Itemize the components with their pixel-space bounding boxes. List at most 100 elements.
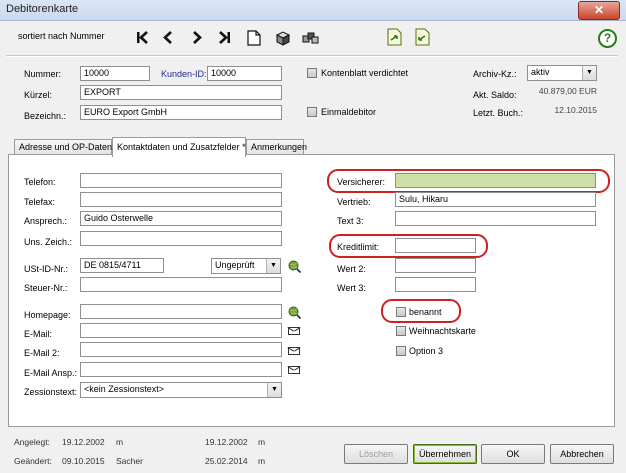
vertrieb-label: Vertrieb:: [337, 197, 371, 207]
wert2-field[interactable]: [395, 258, 476, 273]
einmaldebitor-checkbox[interactable]: [307, 107, 317, 117]
geaendert-user-2: m: [258, 456, 266, 466]
weihnachtskarte-checkbox[interactable]: [396, 326, 406, 336]
help-icon[interactable]: ?: [598, 29, 617, 48]
chevron-down-icon: ▼: [267, 383, 281, 397]
last-record-icon[interactable]: [216, 29, 233, 46]
homepage-field[interactable]: [80, 304, 282, 319]
import-icon[interactable]: [414, 28, 431, 45]
text3-field[interactable]: [395, 211, 596, 226]
globe-search-icon[interactable]: [288, 306, 302, 320]
mail-icon[interactable]: [288, 366, 300, 374]
telefax-label: Telefax:: [24, 197, 56, 207]
geaendert-date-2: 25.02.2014: [205, 456, 248, 466]
export-icon[interactable]: [386, 28, 403, 45]
new-document-icon[interactable]: [245, 29, 262, 46]
letzt-buch-label: Letzt. Buch.:: [473, 108, 524, 118]
archiv-select[interactable]: aktiv ▼: [527, 65, 597, 81]
first-record-icon[interactable]: [134, 29, 151, 46]
vertrieb-field[interactable]: Sulu, Hikaru: [395, 192, 596, 207]
wert3-field[interactable]: [395, 277, 476, 292]
versicherer-label: Versicherer:: [337, 177, 386, 187]
homepage-label: Homepage:: [24, 310, 71, 320]
email-label: E-Mail:: [24, 329, 53, 339]
ustid-status-select[interactable]: Ungeprüft ▼: [211, 258, 281, 274]
telefax-field[interactable]: [80, 192, 282, 207]
chevron-down-icon: ▼: [582, 66, 596, 80]
tab-kontaktdaten[interactable]: Kontaktdaten und Zusatzfelder *: [112, 137, 246, 157]
email-ansp-label: E-Mail Ansp.:: [24, 368, 78, 378]
ustid-label: USt-ID-Nr.:: [24, 264, 68, 274]
benannt-label: benannt: [409, 307, 442, 317]
versicherer-field[interactable]: [395, 173, 596, 188]
email2-label: E-Mail 2:: [24, 348, 60, 358]
email2-field[interactable]: [80, 342, 282, 357]
zession-select[interactable]: <kein Zessionstext> ▼: [80, 382, 282, 398]
benannt-checkbox[interactable]: [396, 307, 406, 317]
option3-label: Option 3: [409, 346, 444, 356]
kuerzel-field[interactable]: EXPORT: [80, 85, 282, 100]
email-ansp-field[interactable]: [80, 362, 282, 377]
angelegt-user-2: m: [258, 437, 266, 447]
mail-icon[interactable]: [288, 327, 300, 335]
angelegt-label: Angelegt:: [14, 437, 50, 447]
chevron-down-icon: ▼: [266, 259, 280, 273]
text3-label: Text 3:: [337, 216, 364, 226]
wert2-label: Wert 2:: [337, 264, 366, 274]
saldo-label: Akt. Saldo:: [473, 90, 517, 100]
uns-zeich-field[interactable]: [80, 231, 282, 246]
previous-record-icon[interactable]: [160, 29, 177, 46]
email-field[interactable]: [80, 323, 282, 338]
bezeichn-label: Bezeichn.:: [24, 111, 67, 121]
kuerzel-label: Kürzel:: [24, 90, 53, 100]
bezeichn-field[interactable]: EURO Export GmbH: [80, 105, 282, 120]
archiv-label: Archiv-Kz.:: [473, 69, 517, 79]
zession-label: Zessionstext:: [24, 387, 78, 397]
kunden-id-label: Kunden-ID:: [161, 69, 207, 79]
kreditlimit-label: Kreditlimit:: [337, 242, 380, 252]
option3-checkbox[interactable]: [396, 346, 406, 356]
ustid-status-value: Ungeprüft: [215, 260, 255, 270]
kontenblatt-checkbox[interactable]: [307, 68, 317, 78]
nummer-label: Nummer:: [24, 69, 62, 79]
ansprech-label: Ansprech.:: [24, 216, 68, 226]
steuer-field[interactable]: [80, 277, 282, 292]
toolbar-separator: [6, 55, 618, 57]
mail-icon[interactable]: [288, 347, 300, 355]
zession-value: <kein Zessionstext>: [84, 384, 165, 394]
globe-search-icon[interactable]: [288, 260, 302, 274]
einmaldebitor-label: Einmaldebitor: [321, 107, 377, 117]
angelegt-date: 19.12.2002: [62, 437, 105, 447]
cubes-icon[interactable]: [302, 29, 319, 46]
close-button[interactable]: ✕: [578, 1, 620, 20]
saldo-value: 40.879,00 EUR: [538, 86, 597, 96]
tab-anmerkungen[interactable]: Anmerkungen: [246, 139, 307, 155]
box-icon[interactable]: [274, 29, 291, 46]
sort-label: sortiert nach Nummer: [18, 31, 105, 41]
ustid-field[interactable]: DE 0815/4711: [80, 258, 164, 273]
window-title: Debitorenkarte: [6, 3, 79, 15]
uebernehmen-button[interactable]: Übernehmen: [413, 444, 477, 464]
steuer-label: Steuer-Nr.:: [24, 283, 68, 293]
kontenblatt-label: Kontenblatt verdichtet: [321, 68, 409, 78]
kunden-id-field[interactable]: 10000: [207, 66, 282, 81]
angelegt-date-2: 19.12.2002: [205, 437, 248, 447]
next-record-icon[interactable]: [188, 29, 205, 46]
letzt-buch-value: 12.10.2015: [554, 105, 597, 115]
weihnachtskarte-label: Weihnachtskarte: [409, 326, 476, 336]
ok-button[interactable]: OK: [481, 444, 545, 464]
angelegt-user: m: [116, 437, 124, 447]
kreditlimit-field[interactable]: [395, 238, 476, 253]
telefon-field[interactable]: [80, 173, 282, 188]
nummer-field[interactable]: 10000: [80, 66, 150, 81]
archiv-value: aktiv: [531, 67, 550, 77]
telefon-label: Telefon:: [24, 177, 56, 187]
wert3-label: Wert 3:: [337, 283, 366, 293]
ansprech-field[interactable]: Guido Osterwelle: [80, 211, 282, 226]
geaendert-label: Geändert:: [14, 456, 52, 466]
tab-adresse[interactable]: Adresse und OP-Daten: [14, 139, 112, 155]
uns-zeich-label: Uns. Zeich.:: [24, 237, 73, 247]
loeschen-button[interactable]: Löschen: [344, 444, 408, 464]
abbrechen-button[interactable]: Abbrechen: [550, 444, 614, 464]
title-bar: Debitorenkarte ✕: [0, 0, 626, 21]
